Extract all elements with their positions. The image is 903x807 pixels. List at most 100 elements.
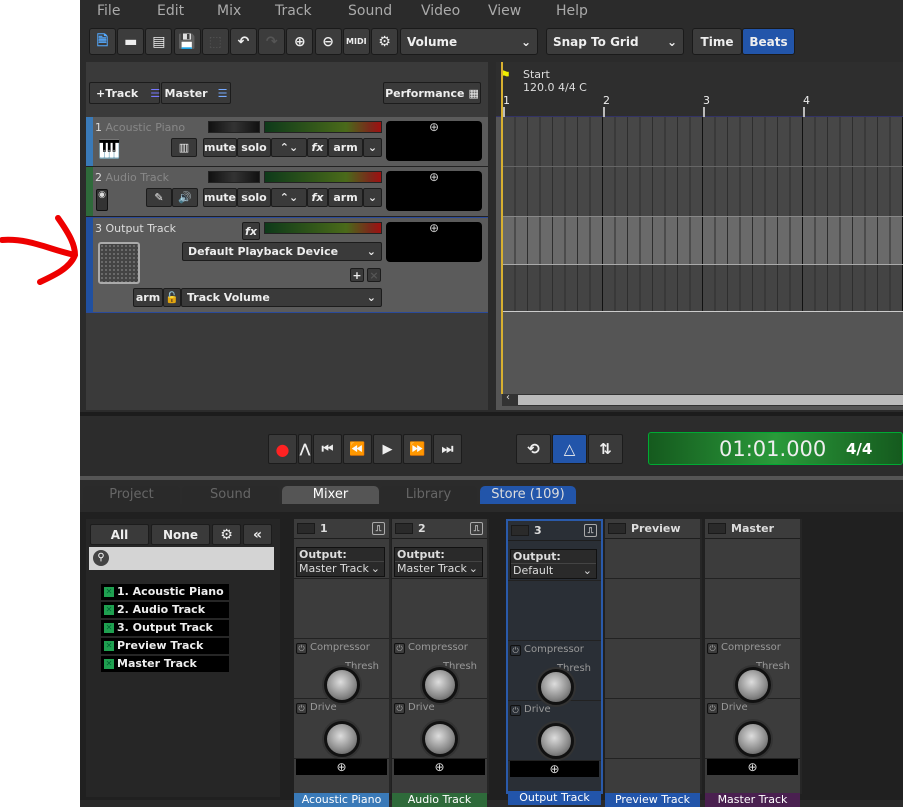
solo-button[interactable]: solo xyxy=(237,188,271,207)
mixer-track-toggle[interactable]: ✕ 1. Acoustic Piano xyxy=(101,584,229,600)
piano-roll-button[interactable]: ▥ xyxy=(171,138,197,157)
mixer-track-toggle[interactable]: ✕ 2. Audio Track xyxy=(101,602,229,618)
menu-video[interactable]: Video xyxy=(421,0,460,22)
redo-icon[interactable]: ↷ xyxy=(258,28,286,55)
track-lane[interactable] xyxy=(502,217,903,265)
track-row[interactable]: 2 Audio Track ◉ ✎ 🔊 mute solo ⌃⌄ fx arm … xyxy=(86,167,488,217)
checkbox-icon[interactable]: ✕ xyxy=(104,605,114,615)
new-file-icon[interactable]: 🗎 xyxy=(89,28,116,55)
threshold-knob[interactable] xyxy=(422,667,458,703)
beats-button[interactable]: Beats xyxy=(742,28,795,55)
arm-button[interactable]: arm xyxy=(328,138,363,157)
add-effect-button[interactable]: ⊕ xyxy=(394,759,485,775)
tab-store[interactable]: Store (109) xyxy=(480,486,576,504)
menu-mix[interactable]: Mix xyxy=(217,0,241,22)
arm-button[interactable]: arm xyxy=(133,288,163,307)
time-button[interactable]: Time xyxy=(692,28,742,55)
fast-forward-icon[interactable]: ⏩ xyxy=(403,434,432,464)
power-icon[interactable]: ⏻ xyxy=(510,705,521,716)
power-icon[interactable]: ⏻ xyxy=(510,645,521,656)
volume-slider[interactable] xyxy=(264,222,382,234)
checkbox-icon[interactable]: ✕ xyxy=(104,641,114,651)
drive-knob[interactable] xyxy=(735,721,771,757)
menu-edit[interactable]: Edit xyxy=(157,0,184,22)
automation-parameter-dropdown[interactable]: Track Volume ⌄ xyxy=(181,288,382,307)
record-button[interactable]: ● xyxy=(268,434,297,464)
arm-button[interactable]: arm xyxy=(328,188,363,207)
add-effect-button[interactable]: ⊕ xyxy=(707,759,798,775)
power-icon[interactable]: ⏻ xyxy=(394,703,405,714)
fx-button[interactable]: fx xyxy=(307,188,328,207)
performance-button[interactable]: Performance ▦ xyxy=(383,82,481,104)
solo-button[interactable]: solo xyxy=(237,138,271,157)
power-icon[interactable]: ⏻ xyxy=(707,703,718,714)
automation-icon[interactable]: ⌃⌄ xyxy=(271,138,307,157)
channel-header[interactable]: Master xyxy=(705,519,800,539)
tab-sound[interactable]: Sound xyxy=(182,486,279,504)
fx-button[interactable]: fx xyxy=(307,138,328,157)
mixer-track-toggle[interactable]: ✕ Master Track xyxy=(101,656,229,672)
loop-icon[interactable]: ⟲ xyxy=(516,434,551,464)
output-device-dropdown[interactable]: Default Playback Device ⌄ xyxy=(182,242,382,261)
output-dropdown[interactable]: Output: Master Track ⌄ xyxy=(394,547,483,577)
checkbox-icon[interactable]: ✕ xyxy=(104,659,114,669)
power-icon[interactable]: ⏻ xyxy=(394,643,405,654)
lock-icon[interactable]: 🔓 xyxy=(163,288,181,307)
output-dropdown[interactable]: Output: Master Track ⌄ xyxy=(296,547,385,577)
add-effect-button[interactable] xyxy=(607,759,698,775)
power-icon[interactable]: ⏻ xyxy=(707,643,718,654)
channel-header[interactable]: Preview xyxy=(605,519,700,539)
add-effect-button[interactable]: ⊕ xyxy=(386,222,482,262)
undo-icon[interactable]: ↶ xyxy=(230,28,257,55)
pan-slider[interactable] xyxy=(208,121,260,133)
threshold-knob[interactable] xyxy=(538,669,574,705)
add-effect-button[interactable]: ⊕ xyxy=(510,761,599,777)
midi-icon[interactable]: MIDI xyxy=(342,28,370,55)
drive-knob[interactable] xyxy=(324,721,360,757)
open-folder-icon[interactable]: ▬ xyxy=(117,28,145,55)
pencil-icon[interactable]: ✎ xyxy=(146,188,172,207)
route-icon[interactable]: ⎍ xyxy=(372,522,385,535)
speaker-volume-icon[interactable]: 🔊 xyxy=(172,188,198,207)
drive-knob[interactable] xyxy=(422,721,458,757)
add-track-button[interactable]: +Track ☰ xyxy=(89,82,160,104)
horizontal-scrollbar[interactable]: ‹ xyxy=(502,392,903,406)
automation-icon[interactable]: ⌃⌄ xyxy=(271,188,307,207)
play-icon[interactable]: ▶ xyxy=(373,434,402,464)
tab-project[interactable]: Project xyxy=(83,486,180,504)
menu-help[interactable]: Help xyxy=(556,0,588,22)
snap-dropdown[interactable]: Snap To Grid ⌄ xyxy=(546,28,684,55)
settings-icon[interactable]: ⚙ xyxy=(371,28,398,55)
track-lane[interactable] xyxy=(502,167,903,217)
volume-slider[interactable] xyxy=(264,171,382,183)
scrollbar-thumb[interactable] xyxy=(518,395,903,405)
scroll-left-icon[interactable]: ‹ xyxy=(506,392,510,403)
power-icon[interactable]: ⏻ xyxy=(296,643,307,654)
output-dropdown[interactable]: Output: Default ⌄ xyxy=(510,549,597,579)
select-all-button[interactable]: All xyxy=(90,524,149,545)
automation-lane[interactable] xyxy=(502,265,903,312)
menu-sound[interactable]: Sound xyxy=(348,0,392,22)
track-search-input[interactable]: ⚲ xyxy=(89,547,274,570)
automation-dropdown[interactable]: Volume ⌄ xyxy=(400,28,538,55)
save-icon[interactable]: 💾 xyxy=(173,28,201,55)
power-icon[interactable]: ⏻ xyxy=(296,703,307,714)
volume-slider[interactable] xyxy=(264,121,382,133)
zoom-out-icon[interactable]: ⊖ xyxy=(314,28,342,55)
settings-icon[interactable]: ⚙ xyxy=(212,524,241,545)
tab-library[interactable]: Library xyxy=(380,486,477,504)
import-icon[interactable]: ▤ xyxy=(145,28,173,55)
go-to-end-icon[interactable]: ⏭ xyxy=(433,434,462,464)
rewind-icon[interactable]: ⏪ xyxy=(343,434,372,464)
channel-header[interactable]: 2 ⎍ xyxy=(392,519,487,539)
tab-mixer[interactable]: Mixer xyxy=(282,486,379,504)
threshold-knob[interactable] xyxy=(324,667,360,703)
checkbox-icon[interactable]: ✕ xyxy=(104,623,114,633)
mute-button[interactable]: mute xyxy=(203,188,237,207)
select-none-button[interactable]: None xyxy=(151,524,210,545)
menu-view[interactable]: View xyxy=(488,0,521,22)
route-icon[interactable]: ⎍ xyxy=(584,524,597,537)
checkbox-icon[interactable]: ✕ xyxy=(104,587,114,597)
mute-button[interactable]: mute xyxy=(203,138,237,157)
pan-slider[interactable] xyxy=(208,171,260,183)
